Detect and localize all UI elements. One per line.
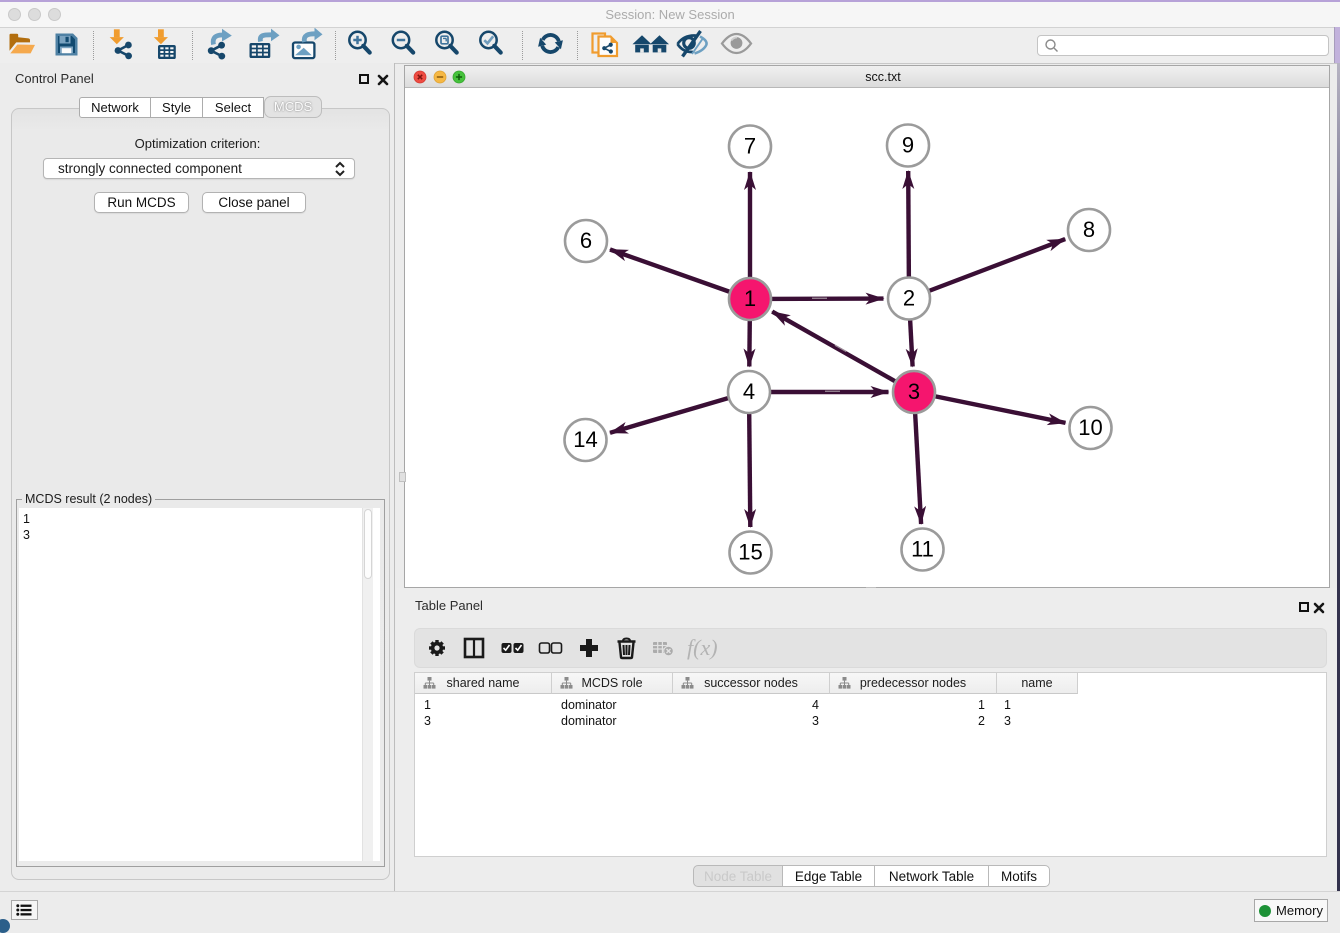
- svg-text:4: 4: [743, 379, 755, 404]
- svg-text:f(x): f(x): [687, 635, 718, 660]
- svg-text:10: 10: [1078, 415, 1102, 440]
- svg-text:9: 9: [902, 133, 914, 158]
- svg-text:7: 7: [744, 134, 756, 159]
- svg-text:11: 11: [911, 537, 934, 562]
- svg-text:3: 3: [908, 379, 920, 404]
- svg-text:8: 8: [1083, 217, 1095, 242]
- svg-text:6: 6: [580, 228, 592, 253]
- svg-text:2: 2: [903, 286, 915, 311]
- svg-text:15: 15: [738, 540, 762, 565]
- svg-text:14: 14: [573, 427, 597, 452]
- svg-text:1: 1: [744, 286, 756, 311]
